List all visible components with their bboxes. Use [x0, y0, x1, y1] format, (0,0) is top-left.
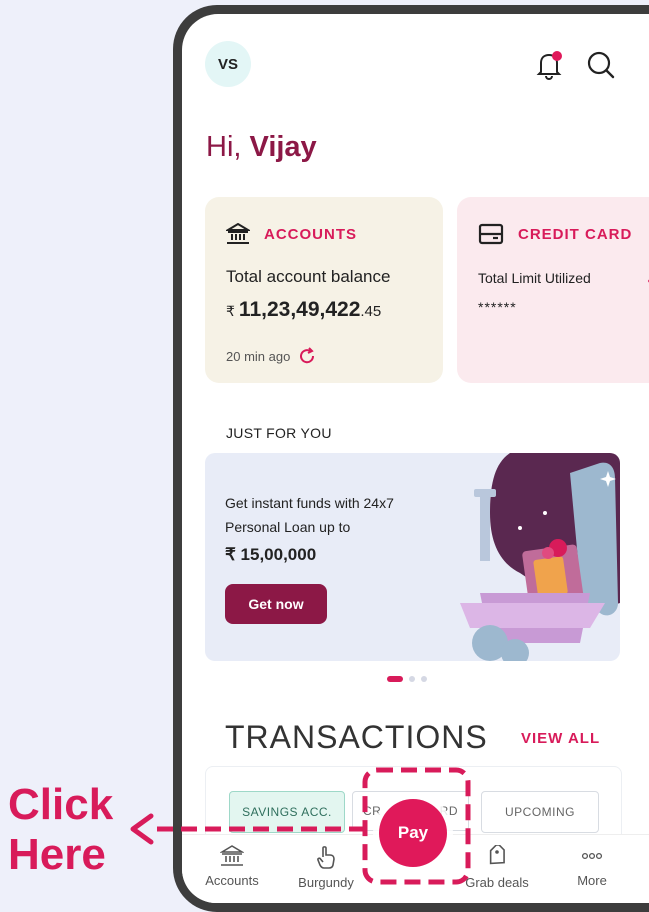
tag-icon — [489, 845, 505, 865]
accounts-title: ACCOUNTS — [264, 225, 357, 243]
pointer-hand-icon — [317, 846, 335, 869]
promo-amount: ₹ 15,00,000 — [225, 545, 317, 564]
user-name: Vijay — [249, 131, 317, 163]
search-icon[interactable] — [586, 50, 616, 80]
masked-value: ****** — [478, 299, 517, 315]
last-updated: 20 min ago — [226, 347, 316, 365]
accounts-card-header: ACCOUNTS — [226, 223, 357, 245]
pay-button[interactable]: Pay — [379, 799, 447, 867]
balance-label: Total account balance — [226, 267, 391, 286]
nav-burgundy[interactable]: Burgundy — [286, 845, 366, 890]
bank-icon — [226, 223, 250, 244]
transactions-title: TRANSACTIONS — [225, 719, 488, 755]
nav-grab-deals[interactable]: Grab deals — [457, 845, 537, 890]
accounts-card[interactable]: ACCOUNTS Total account balance ₹11,23,49… — [205, 197, 443, 383]
bell-icon[interactable] — [534, 49, 564, 81]
promo-illustration — [460, 453, 620, 661]
promo-banner[interactable]: Get instant funds with 24x7 Personal Loa… — [205, 453, 620, 661]
app-screen: VS Hi, Vijay ACCOUNTS Total account bala… — [182, 14, 649, 903]
phone-frame: VS Hi, Vijay ACCOUNTS Total account bala… — [173, 5, 649, 912]
greeting: Hi, Vijay — [206, 131, 317, 163]
view-all-link[interactable]: VIEW ALL — [521, 730, 600, 747]
chip-savings-acc[interactable]: SAVINGS ACC. — [229, 791, 345, 833]
carousel-dot-active[interactable] — [387, 676, 403, 682]
credit-card-card[interactable]: CREDIT CARD Total Limit Utilized ****** — [457, 197, 649, 383]
credit-card-icon — [478, 223, 504, 245]
carousel-dots — [387, 676, 427, 682]
nav-more[interactable]: More — [552, 845, 632, 888]
just-for-you-heading: JUST FOR YOU — [226, 425, 332, 441]
carousel-dot[interactable] — [409, 676, 415, 682]
chip-upcoming[interactable]: UPCOMING — [481, 791, 599, 833]
click-here-annotation: Click Here — [8, 780, 114, 879]
bank-icon — [220, 845, 244, 866]
credit-card-header: CREDIT CARD — [478, 223, 632, 245]
balance-value: ₹11,23,49,422.45 — [226, 298, 382, 321]
carousel-dot[interactable] — [421, 676, 427, 682]
promo-text: Get instant funds with 24x7 Personal Loa… — [225, 495, 394, 535]
avatar[interactable]: VS — [205, 41, 251, 87]
credit-card-title: CREDIT CARD — [518, 225, 633, 243]
arrow-head-icon — [130, 813, 154, 845]
nav-accounts[interactable]: Accounts — [192, 845, 272, 888]
get-now-button[interactable]: Get now — [225, 584, 327, 624]
refresh-icon[interactable] — [298, 347, 316, 365]
limit-utilized-label: Total Limit Utilized — [478, 270, 591, 286]
more-dots-icon — [581, 852, 603, 860]
